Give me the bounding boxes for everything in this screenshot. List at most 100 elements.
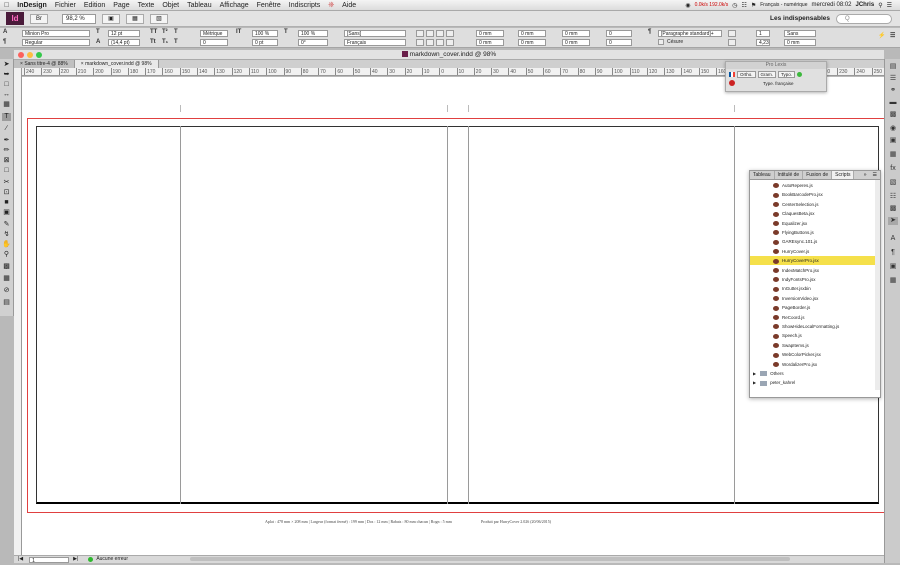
text-wrap-panel-icon[interactable]: ▧: [888, 179, 898, 187]
pathfinder-panel-icon[interactable]: ▩: [888, 205, 898, 213]
pages-panel-icon[interactable]: ▤: [888, 63, 898, 71]
align-right-icon[interactable]: [436, 30, 444, 37]
script-item[interactable]: WebColorPicker.jsx: [750, 350, 875, 359]
span-columns-select[interactable]: Sans: [784, 30, 816, 37]
justify-right-icon[interactable]: [436, 39, 444, 46]
menu-texte[interactable]: Texte: [134, 2, 159, 9]
input-source[interactable]: Français - numérique: [760, 2, 807, 8]
font-style-field[interactable]: Regular: [22, 39, 90, 46]
vertical-scale-field[interactable]: 100 %: [252, 30, 278, 37]
horizontal-scrollbar[interactable]: [190, 557, 790, 561]
vertical-ruler[interactable]: [14, 68, 22, 555]
notification-icon[interactable]: ☰: [887, 2, 892, 9]
script-item[interactable]: WordalizerPro.jsx: [750, 360, 875, 369]
type-tool-icon[interactable]: T: [2, 113, 11, 121]
scripts-scrollbar[interactable]: [875, 180, 880, 390]
script-item[interactable]: IndyFontsPro.jsx: [750, 275, 875, 284]
gram-button[interactable]: Gram.: [757, 71, 777, 78]
skew-field[interactable]: 0°: [298, 39, 328, 46]
next-page-icon[interactable]: ▶|: [73, 556, 78, 563]
script-item[interactable]: Speech.js: [750, 331, 875, 340]
first-line-indent-field[interactable]: 0 mm: [476, 39, 504, 46]
line-tool-icon[interactable]: ∕: [2, 125, 11, 133]
page-number-field[interactable]: 1: [29, 556, 70, 564]
align-left-icon[interactable]: [416, 30, 424, 37]
font-family-field[interactable]: Minion Pro: [22, 30, 90, 37]
right-indent-field[interactable]: 0 mm: [518, 30, 546, 37]
help-search-input[interactable]: Q: [836, 13, 892, 24]
script-item[interactable]: PageBorder.js: [750, 303, 875, 312]
script-item[interactable]: InversionVideo.jsx: [750, 294, 875, 303]
preflight-status[interactable]: Aucune erreur: [96, 556, 128, 563]
menu-fichier[interactable]: Fichier: [51, 2, 80, 9]
cc-libraries-panel-icon[interactable]: ▦: [888, 151, 898, 159]
layers-panel-icon[interactable]: ☰: [888, 75, 898, 83]
ortho-button[interactable]: Ortho.: [737, 71, 756, 78]
clock-text[interactable]: mercredi 08:02: [811, 2, 851, 8]
character-mode-icon[interactable]: A: [3, 29, 7, 35]
direct-selection-tool-icon[interactable]: ➥: [2, 71, 11, 79]
align-center-icon[interactable]: [426, 30, 434, 37]
apple-menu[interactable]: : [0, 2, 13, 9]
last-line-indent-field[interactable]: 0 mm: [518, 39, 546, 46]
quick-apply-icon[interactable]: ⚡: [878, 32, 885, 39]
hyphenation-checkbox[interactable]: [658, 39, 664, 45]
bridge-icon[interactable]: Br: [30, 13, 48, 24]
script-item[interactable]: ReCoord.js: [750, 313, 875, 322]
script-item[interactable]: HurryCoverPro.jsx: [750, 256, 875, 266]
disclosure-triangle-icon[interactable]: ▶: [753, 371, 756, 376]
script-item[interactable]: IndexMatchPro.jsx: [750, 266, 875, 275]
justify-left-icon[interactable]: [416, 39, 424, 46]
tables-panel-icon[interactable]: ▦: [888, 277, 898, 285]
color-panel-icon[interactable]: ◉: [888, 125, 898, 133]
tab-scripts[interactable]: Scripts: [832, 171, 855, 179]
horizontal-scale-field[interactable]: 100 %: [298, 30, 328, 37]
scripts-menu-icon[interactable]: ❊: [324, 1, 338, 9]
paragraph-mode-icon[interactable]: ¶: [3, 39, 6, 45]
script-item[interactable]: ShowHideLocalFormatting.js: [750, 322, 875, 331]
script-item[interactable]: AutoReperes.js: [750, 181, 875, 190]
align-panel-icon[interactable]: ☷: [888, 193, 898, 201]
view-options-icon[interactable]: ▣: [102, 13, 120, 24]
script-item[interactable]: ClaquesBeta.jsx: [750, 209, 875, 218]
small-caps-icon[interactable]: Tt: [150, 39, 156, 45]
eyedropper-tool-icon[interactable]: ↯: [2, 231, 11, 239]
arrange-documents-icon[interactable]: ▧: [150, 13, 168, 24]
content-collector-icon[interactable]: ▦: [2, 101, 11, 109]
page-tool-icon[interactable]: □: [2, 81, 11, 89]
workspace-switcher[interactable]: Les indispensables: [770, 15, 830, 22]
disclosure-triangle-icon[interactable]: ▶: [753, 380, 756, 385]
character-style-select[interactable]: [Sans]: [344, 30, 406, 37]
panel-menu-icon[interactable]: ☰: [890, 32, 895, 39]
all-caps-icon[interactable]: TT: [150, 29, 157, 35]
paragraph-styles-panel-icon[interactable]: ¶: [888, 249, 898, 257]
font-size-field[interactable]: 12 pt: [108, 30, 140, 37]
scripts-panel-icon[interactable]: ➤: [888, 217, 898, 225]
script-item[interactable]: CenterSelection.js: [750, 200, 875, 209]
zoom-window-icon[interactable]: [36, 52, 42, 58]
script-folder[interactable]: ▶ Others: [750, 369, 875, 378]
language-select[interactable]: Français: [344, 39, 406, 46]
script-item[interactable]: InGutter.jsxbin: [750, 284, 875, 293]
menu-fenetre[interactable]: Fenêtre: [253, 2, 285, 9]
menu-page[interactable]: Page: [109, 2, 133, 9]
grid-align-icon[interactable]: [728, 30, 736, 37]
span-gutter-field[interactable]: 0 mm: [784, 39, 816, 46]
kerning-field[interactable]: Métrique: [200, 30, 228, 37]
menu-tableau[interactable]: Tableau: [183, 2, 216, 9]
typo-button[interactable]: Typo.: [778, 71, 796, 78]
screen-mode-icon[interactable]: ▦: [126, 13, 144, 24]
tab-sans-titre[interactable]: × Sans titre-4 @ 88%: [14, 60, 75, 68]
effects-panel-icon[interactable]: fx: [888, 165, 898, 173]
menu-objet[interactable]: Objet: [158, 2, 183, 9]
space-before-field[interactable]: 0 mm: [562, 30, 590, 37]
character-styles-panel-icon[interactable]: A: [888, 235, 898, 243]
pen-tool-icon[interactable]: ✒: [2, 137, 11, 145]
panel-collapse-icon[interactable]: »: [861, 171, 870, 179]
gradient-tool-icon[interactable]: ■: [2, 199, 11, 207]
superscript-icon[interactable]: T²: [162, 29, 168, 35]
script-item[interactable]: BookBarcodePro.jsx: [750, 190, 875, 199]
tracking-field[interactable]: 0: [200, 39, 228, 46]
menu-aide[interactable]: Aide: [338, 2, 360, 9]
baseline-shift-field[interactable]: 0 pt: [252, 39, 278, 46]
